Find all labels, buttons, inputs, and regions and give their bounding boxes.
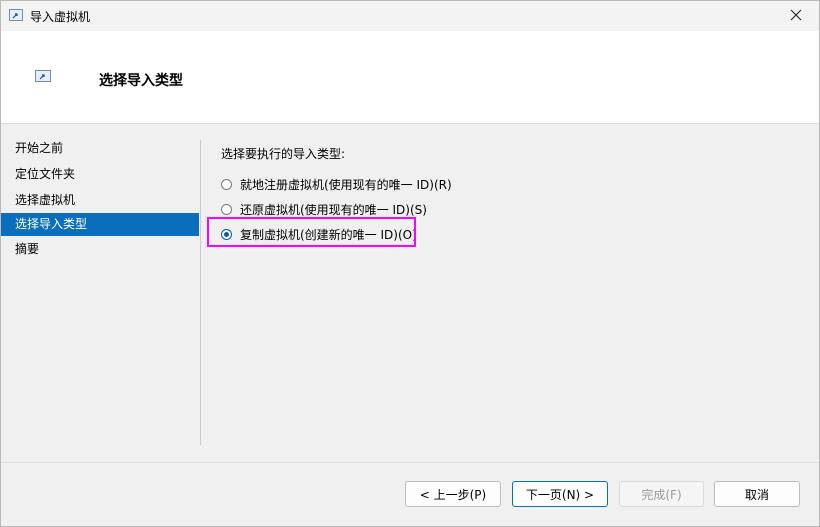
sidebar-item-summary[interactable]: 摘要 (1, 236, 199, 262)
option-label: 还原虚拟机(使用现有的唯一 ID)(S) (240, 203, 427, 217)
next-button[interactable]: 下一页(N) > (512, 481, 608, 507)
close-button[interactable] (773, 1, 819, 31)
option-register-in-place[interactable]: 就地注册虚拟机(使用现有的唯一 ID)(R) (221, 172, 452, 197)
import-vm-dialog: 导入虚拟机 选择导入类型 开始之前 定位文件夹 选择虚拟机 选择导入类型 摘要 … (0, 0, 820, 527)
radio-restore-vm[interactable] (221, 204, 232, 215)
sidebar-divider (200, 140, 201, 445)
title-bar: 导入虚拟机 (1, 1, 819, 31)
footer-divider (1, 462, 819, 463)
sidebar-item-choose-import-type[interactable]: 选择导入类型 (1, 213, 199, 236)
import-arrow-icon (9, 9, 23, 21)
page-header: 选择导入类型 (1, 31, 819, 123)
sidebar-item-before-you-begin[interactable]: 开始之前 (1, 135, 199, 161)
page-title: 选择导入类型 (99, 73, 183, 89)
window-title: 导入虚拟机 (30, 10, 91, 24)
import-arrow-icon (35, 70, 51, 82)
import-type-prompt: 选择要执行的导入类型: (221, 147, 346, 161)
radio-register-in-place[interactable] (221, 179, 232, 190)
header-divider (1, 123, 819, 124)
selection-highlight-box (207, 217, 416, 247)
wizard-steps-sidebar: 开始之前 定位文件夹 选择虚拟机 选择导入类型 摘要 (1, 135, 199, 262)
cancel-button[interactable]: 取消 (714, 481, 800, 507)
finish-button[interactable]: 完成(F) (619, 481, 704, 507)
sidebar-item-select-vm[interactable]: 选择虚拟机 (1, 187, 199, 213)
close-icon (790, 9, 802, 24)
option-label: 就地注册虚拟机(使用现有的唯一 ID)(R) (240, 178, 452, 192)
previous-button[interactable]: < 上一步(P) (405, 481, 501, 507)
sidebar-item-locate-folder[interactable]: 定位文件夹 (1, 161, 199, 187)
